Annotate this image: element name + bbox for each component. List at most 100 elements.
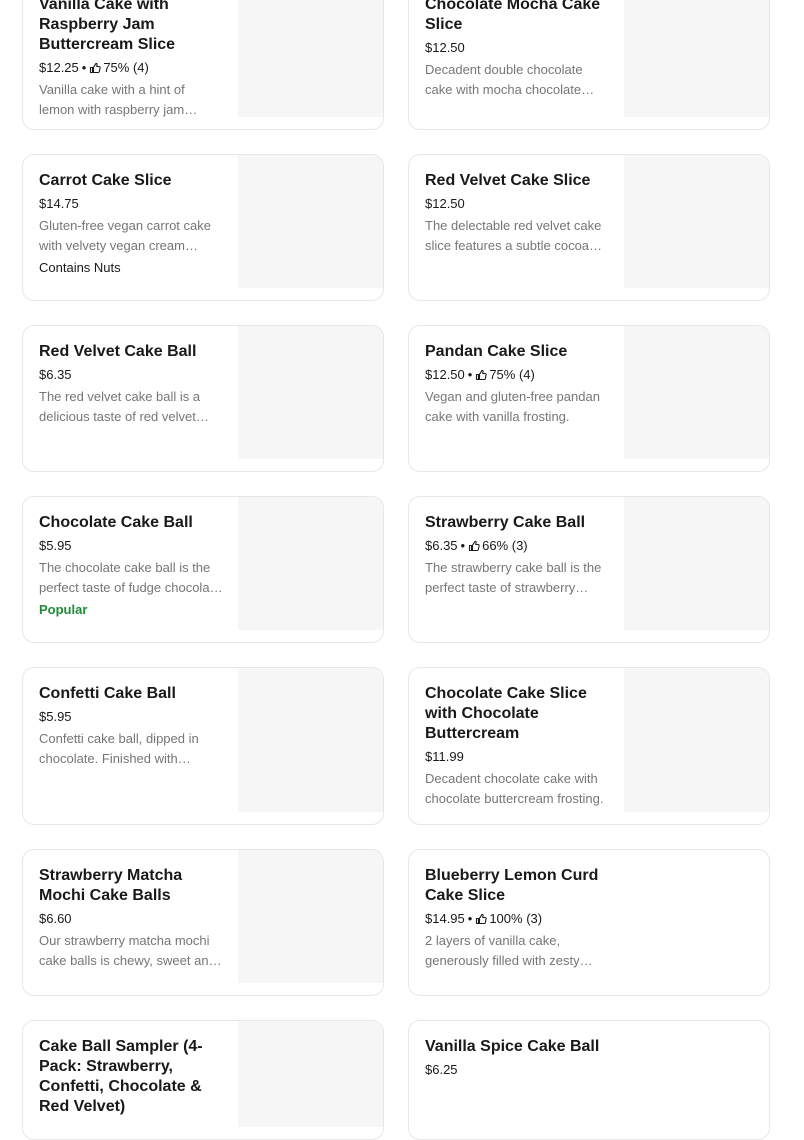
menu-item-description: The strawberry cake ball is the perfect … — [425, 560, 602, 595]
menu-item-price: $5.95 — [39, 538, 72, 553]
menu-item-card[interactable]: Confetti Cake Ball $5.95 Confetti cake bal… — [22, 667, 384, 825]
thumbs-up-icon — [468, 540, 480, 552]
menu-item-rating: 75% (4) — [489, 367, 535, 382]
menu-item-info: Vanilla Cake with Raspberry Jam Buttercr… — [39, 0, 223, 120]
menu-item-image — [624, 155, 769, 288]
menu-item-price: $12.25 — [39, 60, 79, 75]
menu-item-description: Vanilla cake with a hint of lemon with r… — [39, 82, 185, 117]
menu-item-title: Red Velvet Cake Ball — [39, 343, 197, 360]
menu-item-price: $14.95 — [425, 911, 465, 926]
menu-item-card[interactable]: Blueberry Lemon Curd Cake Slice $14.95 • 10… — [408, 849, 770, 996]
menu-item-card[interactable]: Chocolate Mocha Cake Slice $12.50 Decadent… — [408, 0, 770, 130]
separator-dot: • — [467, 367, 473, 382]
menu-item-info: Strawberry Cake Ball $6.35 • 66% (3) The str… — [425, 513, 609, 598]
menu-item-meta: $6.35 — [39, 367, 223, 383]
menu-item-image — [624, 0, 769, 117]
menu-item-meta: $5.95 — [39, 709, 223, 725]
menu-item-description: 2 layers of vanilla cake, generously fil… — [425, 933, 580, 968]
menu-item-card[interactable]: Strawberry Matcha Mochi Cake Balls $6.60 O… — [22, 849, 384, 996]
menu-item-meta: $11.99 — [425, 749, 609, 765]
menu-item-info: Pandan Cake Slice $12.50 • 75% (4) Vegan and… — [425, 342, 609, 427]
menu-item-description: Our strawberry matcha mochi cake balls i… — [39, 933, 216, 968]
menu-item-info: Chocolate Cake Ball $5.95 The chocolate ca… — [39, 513, 223, 620]
menu-item-image — [238, 1021, 383, 1127]
thumbs-up-icon — [475, 913, 487, 925]
menu-item-image — [238, 0, 383, 117]
menu-item-description: Confetti cake ball, dipped in chocolate.… — [39, 731, 199, 766]
menu-item-description: The chocolate cake ball is the perfect t… — [39, 560, 221, 595]
menu-item-card[interactable]: Vanilla Spice Cake Ball $6.25 — [408, 1020, 770, 1140]
menu-item-meta: $6.35 • 66% (3) — [425, 538, 609, 554]
menu-item-price: $6.25 — [425, 1062, 458, 1077]
menu-item-meta: $12.50 • 75% (4) — [425, 367, 609, 383]
menu-item-image — [238, 668, 383, 812]
menu-item-price: $6.35 — [425, 538, 458, 553]
menu-item-info: Cake Ball Sampler (4-Pack: Strawberry, C… — [39, 1037, 223, 1117]
menu-item-card[interactable]: Chocolate Cake Slice with Chocolate Butt… — [408, 667, 770, 825]
menu-item-info: Blueberry Lemon Curd Cake Slice $14.95 • 10… — [425, 866, 609, 971]
menu-item-title: Carrot Cake Slice — [39, 172, 172, 189]
menu-item-image — [238, 155, 383, 288]
menu-item-info: Confetti Cake Ball $5.95 Confetti cake bal… — [39, 684, 223, 769]
menu-item-meta: $14.75 — [39, 196, 223, 212]
menu-item-price: $14.75 — [39, 196, 79, 211]
menu-item-info: Red Velvet Cake Ball $6.35 The red velvet … — [39, 342, 223, 427]
menu-item-info: Red Velvet Cake Slice $12.50 The delectabl… — [425, 171, 609, 256]
menu-item-description: Decadent chocolate cake with chocolate b… — [425, 771, 604, 806]
menu-item-image — [624, 497, 769, 630]
menu-item-title: Strawberry Matcha Mochi Cake Balls — [39, 867, 183, 904]
thumbs-up-icon — [475, 369, 487, 381]
menu-item-info: Carrot Cake Slice $14.75 Gluten-free vegan… — [39, 171, 223, 278]
menu-item-price: $12.50 — [425, 196, 465, 211]
popular-badge: Popular — [39, 602, 88, 617]
menu-item-meta: $12.50 — [425, 196, 609, 212]
menu-item-card[interactable]: Chocolate Cake Ball $5.95 The chocolate ca… — [22, 496, 384, 643]
menu-item-card[interactable]: Red Velvet Cake Slice $12.50 The delectabl… — [408, 154, 770, 301]
menu-item-title: Vanilla Spice Cake Ball — [425, 1038, 600, 1055]
menu-item-meta: $12.50 — [425, 40, 609, 56]
menu-item-title: Red Velvet Cake Slice — [425, 172, 591, 189]
menu-item-meta: $6.60 — [39, 911, 223, 927]
menu-item-description: Decadent double chocolate cake with moch… — [425, 62, 583, 97]
menu-item-title: Strawberry Cake Ball — [425, 514, 586, 531]
menu-item-card[interactable]: Vanilla Cake with Raspberry Jam Buttercr… — [22, 0, 384, 130]
menu-item-info: Strawberry Matcha Mochi Cake Balls $6.60 O… — [39, 866, 223, 971]
menu-item-description: Vegan and gluten-free pandan cake with v… — [425, 389, 600, 424]
menu-item-meta: $14.95 • 100% (3) — [425, 911, 609, 927]
menu-item-title: Confetti Cake Ball — [39, 685, 176, 702]
menu-item-price: $12.50 — [425, 40, 465, 55]
allergen-note: Contains Nuts — [39, 260, 121, 275]
menu-item-price: $6.60 — [39, 911, 72, 926]
menu-item-image — [238, 497, 383, 630]
separator-dot: • — [467, 911, 473, 926]
menu-item-card[interactable]: Red Velvet Cake Ball $6.35 The red velvet … — [22, 325, 384, 472]
menu-item-price: $6.35 — [39, 367, 72, 382]
menu-item-price: $5.95 — [39, 709, 72, 724]
menu-item-meta: $12.25 • 75% (4) — [39, 60, 223, 76]
menu-item-card[interactable]: Cake Ball Sampler (4-Pack: Strawberry, C… — [22, 1020, 384, 1140]
menu-item-card[interactable]: Pandan Cake Slice $12.50 • 75% (4) Vegan and… — [408, 325, 770, 472]
thumbs-up-icon — [89, 62, 101, 74]
separator-dot: • — [81, 60, 87, 75]
menu-item-title: Chocolate Mocha Cake Slice — [425, 0, 601, 33]
menu-item-rating: 75% (4) — [103, 60, 149, 75]
menu-item-description: Gluten-free vegan carrot cake with velve… — [39, 218, 211, 253]
menu-item-price: $12.50 — [425, 367, 465, 382]
menu-item-title: Chocolate Cake Slice with Chocolate Butt… — [425, 685, 587, 742]
menu-item-rating: 100% (3) — [489, 911, 543, 926]
menu-item-image — [238, 850, 383, 983]
menu-item-image — [624, 668, 769, 812]
menu-item-description: The delectable red velvet cake slice fea… — [425, 218, 602, 253]
menu-item-title: Pandan Cake Slice — [425, 343, 568, 360]
menu-item-rating: 66% (3) — [482, 538, 528, 553]
menu-item-card[interactable]: Strawberry Cake Ball $6.35 • 66% (3) The str… — [408, 496, 770, 643]
menu-item-title: Vanilla Cake with Raspberry Jam Buttercr… — [39, 0, 176, 53]
menu-item-title: Blueberry Lemon Curd Cake Slice — [425, 867, 599, 904]
menu-item-card[interactable]: Carrot Cake Slice $14.75 Gluten-free vegan… — [22, 154, 384, 301]
menu-item-image — [624, 326, 769, 459]
menu-item-meta: $6.25 — [425, 1062, 609, 1078]
menu-item-grid: Vanilla Cake with Raspberry Jam Buttercr… — [0, 0, 804, 1140]
menu-item-description: The red velvet cake ball is a delicious … — [39, 389, 201, 424]
menu-item-meta: $5.95 — [39, 538, 223, 554]
menu-item-title: Chocolate Cake Ball — [39, 514, 193, 531]
